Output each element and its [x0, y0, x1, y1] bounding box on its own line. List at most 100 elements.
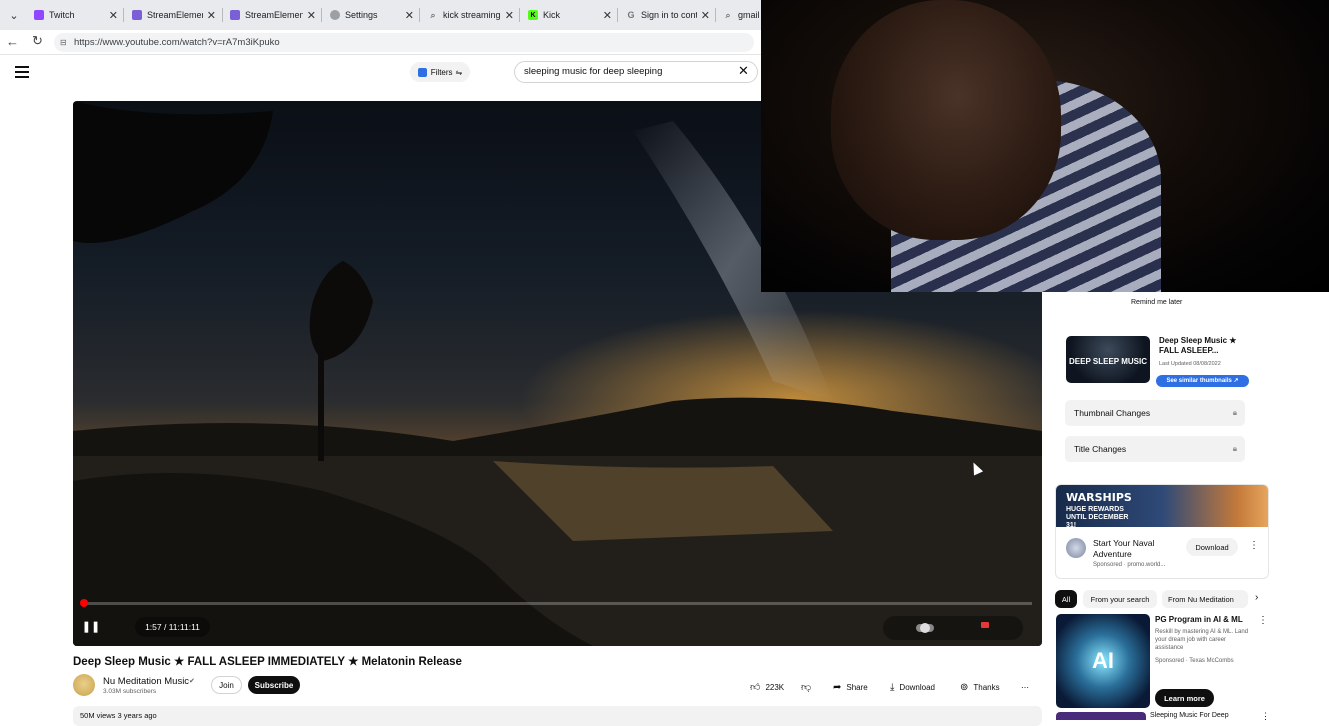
tab-divider: [519, 8, 520, 22]
like-button[interactable]: 👍︎ 223K: [750, 678, 784, 696]
hamburger-menu-icon[interactable]: [15, 66, 29, 78]
close-tab-icon[interactable]: ✕: [109, 9, 118, 22]
reload-icon[interactable]: ↻: [32, 33, 43, 49]
chip-all[interactable]: All: [1055, 590, 1077, 608]
dislike-button[interactable]: 👎︎: [801, 678, 816, 696]
description-box[interactable]: 50M views 3 years ago: [73, 706, 1042, 726]
streamelements-favicon-icon: [132, 10, 142, 20]
search-query: sleeping music for deep sleeping: [524, 66, 663, 77]
tab-label: Twitch: [49, 10, 75, 20]
tab-label: gmail: [738, 10, 760, 20]
search-icon: ⌕: [725, 9, 731, 20]
thanks-icon: ⊚: [960, 681, 969, 693]
subscribe-button[interactable]: Subscribe: [248, 676, 300, 694]
back-arrow-icon[interactable]: ←: [6, 34, 19, 49]
tracked-video-title: Deep Sleep Music ★ FALL ASLEEP...: [1159, 336, 1237, 355]
join-button[interactable]: Join: [211, 676, 242, 694]
tab-divider: [617, 8, 618, 22]
close-tab-icon[interactable]: ✕: [207, 9, 216, 22]
promo-sponsored-label: Sponsored · Texas McCombs: [1155, 658, 1234, 664]
google-g-icon: G: [627, 10, 635, 20]
more-vert-icon[interactable]: ⋮: [1261, 711, 1270, 722]
tab-streamelements-2[interactable]: StreamElement ✕: [224, 3, 320, 27]
ai-program-thumbnail[interactable]: AI: [1056, 614, 1150, 708]
tab-label: StreamElement: [147, 10, 203, 20]
see-similar-thumbnails-button[interactable]: See similar thumbnails ↗: [1156, 375, 1249, 387]
close-tab-icon[interactable]: ✕: [505, 9, 514, 22]
tab-label: Settings: [345, 10, 378, 20]
remind-later-link[interactable]: Remind me later: [1131, 299, 1182, 306]
thumbnail-changes-label: Thumbnail Changes: [1074, 408, 1151, 418]
twitch-favicon-icon: [34, 10, 44, 20]
channel-name[interactable]: Nu Meditation Music: [103, 676, 189, 687]
gear-icon: [330, 10, 340, 20]
autoplay-knob: [920, 623, 930, 633]
chevron-right-icon[interactable]: ›: [1255, 592, 1258, 603]
tab-kick-streaming[interactable]: ⌕ kick streaming ✕: [422, 3, 518, 27]
url-field[interactable]: ⊟ https://www.youtube.com/watch?v=rA7m3i…: [54, 33, 754, 52]
close-tab-icon[interactable]: ✕: [701, 9, 710, 22]
thanks-button[interactable]: ⊚ Thanks: [960, 678, 1000, 696]
tab-kick[interactable]: K Kick ✕: [522, 3, 616, 27]
thanks-label: Thanks: [973, 682, 1000, 692]
thumbnail-changes-row[interactable]: Thumbnail Changes 🔒︎: [1065, 400, 1245, 426]
promo-description: Reskill by mastering AI & ML. Land your …: [1155, 629, 1249, 651]
title-changes-row[interactable]: Title Changes 🔒︎: [1065, 436, 1245, 462]
tab-twitch[interactable]: Twitch ✕: [28, 3, 122, 27]
more-vert-icon[interactable]: ⋮: [1249, 540, 1259, 551]
tab-sign-in[interactable]: G Sign in to conti ✕: [620, 3, 714, 27]
ad-banner-text: HUGE REWARDS UNTIL DECEMBER 31!: [1066, 506, 1129, 529]
verified-check-icon: ✔: [189, 678, 195, 685]
tab-divider: [222, 8, 223, 22]
tab-search-chevron-icon[interactable]: ⌄: [4, 5, 24, 25]
next-video-title[interactable]: Sleeping Music For Deep: [1150, 712, 1229, 719]
tab-gmail[interactable]: ⌕ gmail: [717, 3, 761, 27]
title-changes-label: Title Changes: [1074, 444, 1127, 454]
clear-search-icon[interactable]: ✕: [738, 63, 749, 79]
ad-brand-logo: WARSHIPS: [1066, 491, 1132, 504]
last-updated: Last Updated 08/08/2022: [1159, 361, 1221, 367]
more-actions-icon[interactable]: ⋯: [1021, 678, 1029, 696]
download-button[interactable]: ⤓ Download: [890, 678, 935, 696]
player-right-controls: [883, 616, 1023, 640]
search-input[interactable]: sleeping music for deep sleeping: [514, 61, 758, 83]
sliders-icon: ⇋: [455, 67, 463, 77]
sponsored-ad-card[interactable]: WARSHIPS HUGE REWARDS UNTIL DECEMBER 31!…: [1055, 484, 1269, 579]
close-tab-icon[interactable]: ✕: [405, 9, 414, 22]
promo-title[interactable]: PG Program in AI & ML: [1155, 615, 1243, 624]
ad-download-button[interactable]: Download: [1186, 538, 1238, 556]
address-bar: ← ↻ ⊟ https://www.youtube.com/watch?v=rA…: [0, 30, 761, 55]
filters-label: Filters: [430, 67, 453, 77]
share-button[interactable]: ➦ Share: [833, 678, 868, 696]
deep-sleep-thumbnail[interactable]: DEEP SLEEP MUSIC: [1066, 336, 1150, 383]
subscriber-count: 3.03M subscribers: [103, 688, 157, 695]
close-tab-icon[interactable]: ✕: [603, 9, 612, 22]
like-count: 223K: [765, 682, 785, 692]
progress-bar[interactable]: [83, 602, 1032, 605]
tab-streamelements[interactable]: StreamElement ✕: [126, 3, 220, 27]
webcam-overlay: [761, 0, 1329, 292]
tab-divider: [715, 8, 716, 22]
channel-avatar[interactable]: [73, 674, 95, 696]
next-video-thumbnail[interactable]: [1056, 712, 1146, 720]
chip-from-channel[interactable]: From Nu Meditation: [1162, 590, 1248, 608]
tab-divider: [123, 8, 124, 22]
more-vert-icon[interactable]: ⋮: [1258, 615, 1268, 626]
tab-label: Kick: [543, 10, 561, 20]
subtitles-icon[interactable]: [981, 622, 989, 628]
tab-divider: [419, 8, 420, 22]
scrubber-handle[interactable]: [80, 599, 88, 607]
video-title: Deep Sleep Music ★ FALL ASLEEP IMMEDIATE…: [73, 656, 462, 668]
pause-icon[interactable]: ❚❚: [81, 616, 101, 636]
close-tab-icon[interactable]: ✕: [307, 9, 316, 22]
tab-divider: [321, 8, 322, 22]
chip-from-your-search[interactable]: From your search: [1083, 590, 1157, 608]
ad-banner-image[interactable]: WARSHIPS HUGE REWARDS UNTIL DECEMBER 31!: [1056, 485, 1268, 529]
filters-button[interactable]: Filters ⇋: [410, 62, 470, 82]
learn-more-button[interactable]: Learn more: [1155, 689, 1214, 707]
lock-icon: 🔒︎: [1232, 444, 1237, 453]
search-icon: ⌕: [430, 9, 436, 20]
site-info-icon[interactable]: ⊟: [60, 33, 67, 52]
tab-settings[interactable]: Settings ✕: [324, 3, 418, 27]
tab-strip: ⌄ Twitch ✕ StreamElement ✕ StreamElement…: [0, 0, 761, 30]
